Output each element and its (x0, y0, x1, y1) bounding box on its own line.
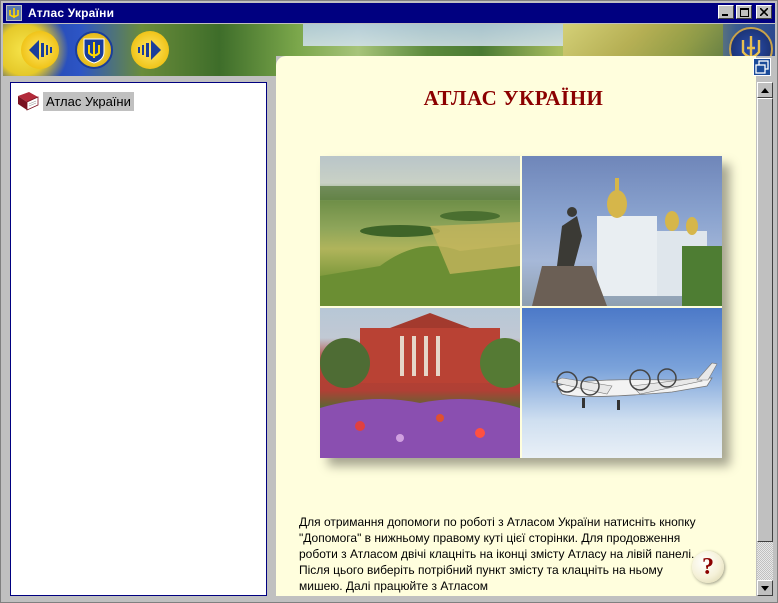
app-window: Атлас України Атлас України АТЛАС УКРАЇН… (0, 0, 778, 603)
banner-sky (303, 24, 563, 46)
app-icon[interactable] (6, 5, 22, 21)
arrow-right-icon (138, 40, 161, 60)
close-button[interactable] (756, 5, 772, 19)
back-button[interactable] (21, 31, 59, 69)
contents-tree[interactable]: Атлас України (10, 82, 267, 596)
landscape-photo (320, 156, 520, 306)
restore-panel-button[interactable] (753, 58, 771, 76)
scroll-track[interactable] (757, 98, 773, 580)
arrow-up-icon (761, 87, 769, 93)
maximize-button[interactable] (736, 5, 752, 19)
photo-collage (320, 156, 722, 458)
coat-of-arms-icon (83, 38, 105, 64)
window-controls (718, 5, 772, 19)
forward-button[interactable] (131, 31, 169, 69)
tree-item-label: Атлас України (43, 91, 134, 111)
help-instructions: Для отримання допомоги по роботі з Атлас… (299, 515, 696, 593)
tree-item-atlas[interactable]: Атлас України (16, 90, 134, 112)
left-panel: Атлас України (3, 76, 275, 602)
restore-icon (755, 60, 769, 74)
content-page: АТЛАС УКРАЇНИ Для отримання допомоги по … (276, 56, 756, 596)
title-bar[interactable]: Атлас України (3, 3, 775, 23)
scroll-up-button[interactable] (757, 82, 773, 98)
minimize-button[interactable] (718, 5, 734, 19)
right-panel: АТЛАС УКРАЇНИ Для отримання допомоги по … (276, 56, 775, 602)
book-icon (18, 92, 39, 111)
home-button[interactable] (75, 31, 113, 69)
university-photo (320, 308, 520, 458)
monastery-photo (522, 156, 722, 306)
vertical-scrollbar[interactable] (757, 82, 773, 596)
page-title: АТЛАС УКРАЇНИ (423, 86, 604, 110)
help-button-label: ? (702, 553, 714, 580)
arrow-left-icon (29, 40, 52, 60)
arrow-down-icon (761, 585, 769, 591)
window-title: Атлас України (28, 6, 115, 20)
help-button[interactable]: ? (692, 551, 724, 583)
scroll-down-button[interactable] (757, 580, 773, 596)
airplane-photo (522, 308, 722, 458)
scroll-thumb[interactable] (757, 98, 773, 542)
